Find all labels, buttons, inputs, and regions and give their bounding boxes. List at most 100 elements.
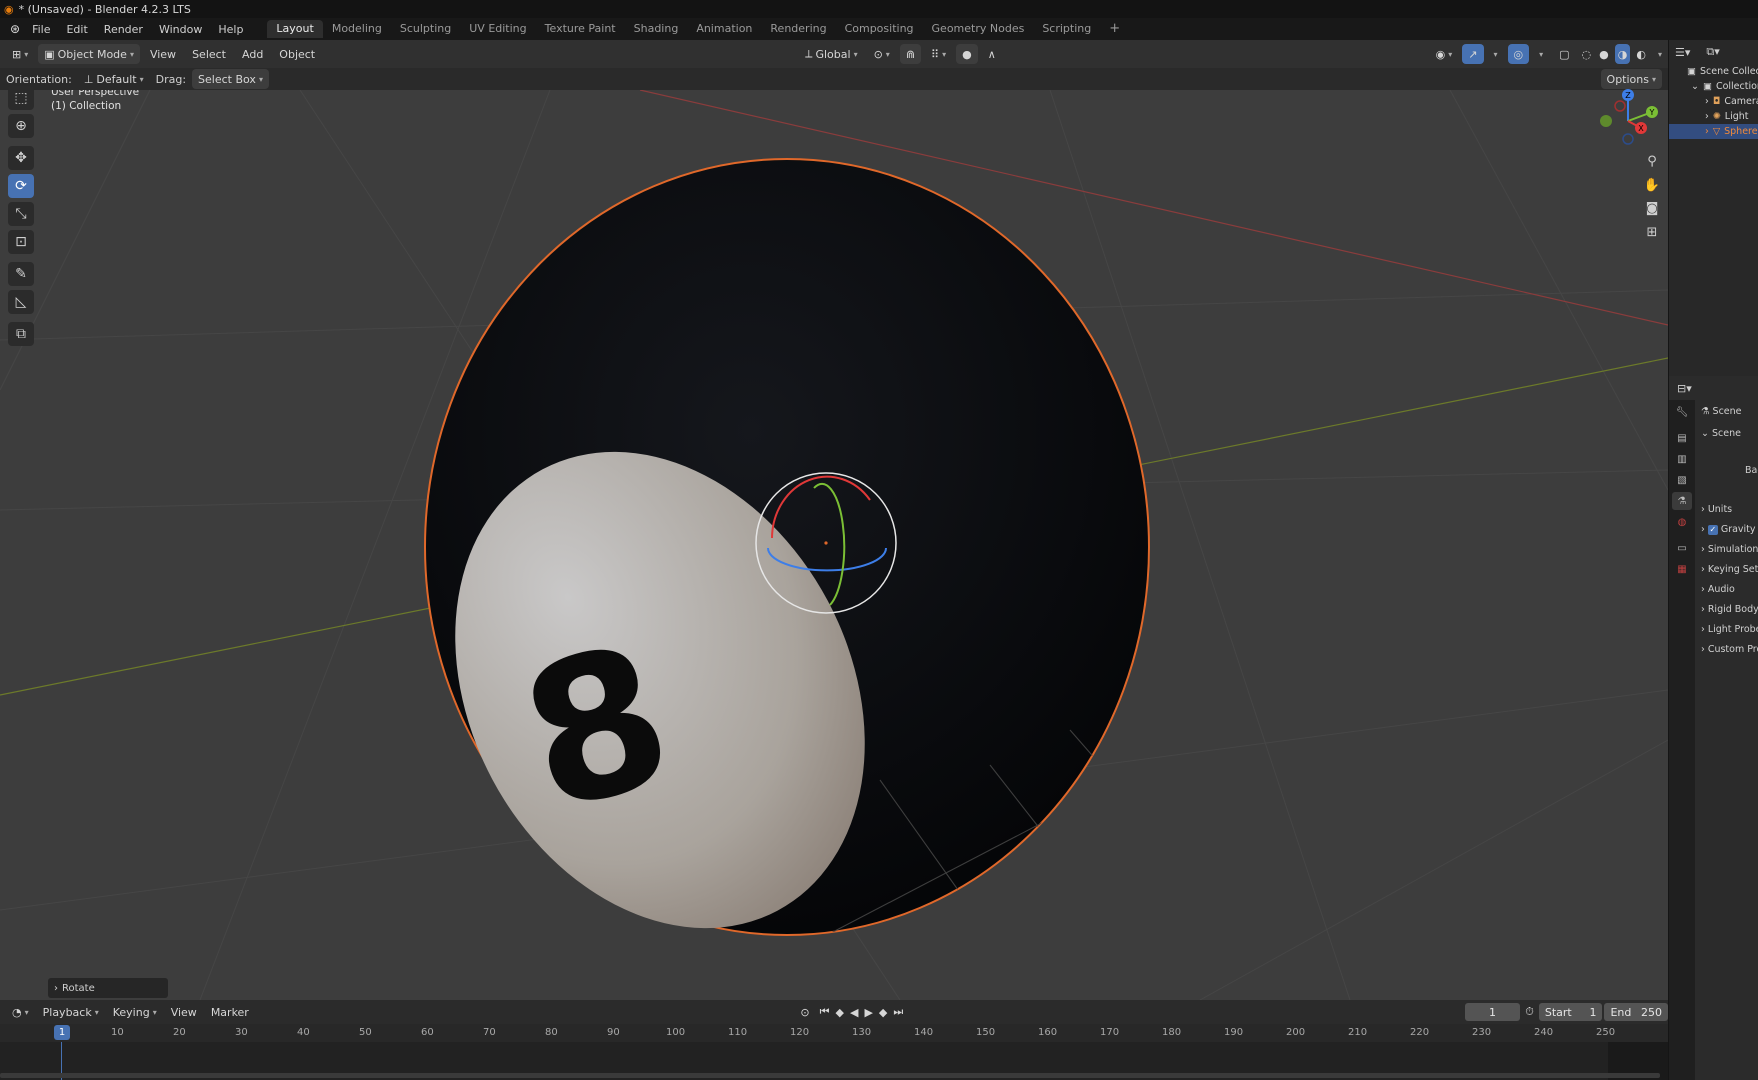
pivot-point-dropdown[interactable]: ⊙ ▾: [868, 44, 896, 64]
scale-tool[interactable]: ⤡: [8, 202, 34, 226]
outliner-row-sphere[interactable]: › ▽ Sphere: [1669, 124, 1758, 139]
menu-help[interactable]: Help: [210, 23, 251, 36]
orientation-dropdown[interactable]: ⊥ Default ▾: [78, 69, 150, 89]
blender-menu-icon[interactable]: ⊛: [6, 22, 24, 36]
panel-rigid-body[interactable]: › Rigid Body World: [1701, 604, 1758, 615]
next-keyframe-button[interactable]: ◆: [877, 1002, 889, 1022]
tab-compositing[interactable]: Compositing: [836, 20, 923, 38]
play-reverse-button[interactable]: ◀: [848, 1002, 860, 1022]
snap-target-dropdown[interactable]: ⠿ ▾: [925, 44, 952, 64]
transform-tool[interactable]: ⊡: [8, 230, 34, 254]
shading-rendered[interactable]: ◐: [1634, 44, 1648, 64]
last-operator-panel[interactable]: › Rotate: [48, 978, 168, 998]
panel-units[interactable]: › Units: [1701, 504, 1732, 515]
add-workspace-button[interactable]: +: [1100, 20, 1129, 38]
shading-dropdown[interactable]: ▾: [1652, 44, 1668, 64]
tab-shading[interactable]: Shading: [625, 20, 688, 38]
tool-tab[interactable]: 🔧︎: [1672, 403, 1692, 421]
falloff-dropdown[interactable]: ∧: [982, 44, 1002, 64]
play-button[interactable]: ▶: [862, 1002, 874, 1022]
menu-timeline-view[interactable]: View: [165, 1002, 203, 1022]
tab-scripting[interactable]: Scripting: [1033, 20, 1100, 38]
tab-geometry-nodes[interactable]: Geometry Nodes: [923, 20, 1034, 38]
overlay-toggle[interactable]: ◎: [1507, 44, 1530, 64]
panel-custom-properties[interactable]: › Custom Properties: [1701, 644, 1758, 655]
proportional-edit-toggle[interactable]: ●: [956, 44, 978, 64]
panel-simulation[interactable]: › Simulation: [1701, 544, 1758, 555]
menu-view[interactable]: View: [144, 44, 182, 64]
menu-file[interactable]: File: [24, 23, 58, 36]
tab-rendering[interactable]: Rendering: [761, 20, 835, 38]
tab-animation[interactable]: Animation: [687, 20, 761, 38]
world-tab[interactable]: ◍: [1672, 513, 1692, 531]
scene-tab[interactable]: ⚗: [1672, 492, 1692, 510]
drag-dropdown[interactable]: Select Box ▾: [192, 69, 269, 89]
shading-wireframe[interactable]: ◌: [1580, 44, 1594, 64]
menu-edit[interactable]: Edit: [58, 23, 95, 36]
cursor-tool[interactable]: ⊕: [8, 114, 34, 138]
select-box-tool[interactable]: ⬚: [8, 86, 34, 110]
zoom-button[interactable]: ⚲: [1640, 150, 1664, 172]
menu-render[interactable]: Render: [96, 23, 151, 36]
mode-selector[interactable]: ▣ Object Mode ▾: [38, 44, 140, 64]
timeline-ruler[interactable]: 1 10 20 30 40 50 60 70 80 90 100 110 120…: [0, 1024, 1668, 1042]
panel-audio[interactable]: › Audio: [1701, 584, 1735, 595]
prev-keyframe-button[interactable]: ◆: [834, 1002, 846, 1022]
measure-tool[interactable]: ◺: [8, 290, 34, 314]
current-frame-field[interactable]: 1: [1464, 1003, 1521, 1021]
outliner-editor-icon[interactable]: ☰▾: [1675, 46, 1690, 59]
camera-view-button[interactable]: ◙: [1640, 197, 1664, 219]
tab-layout[interactable]: Layout: [267, 20, 323, 38]
outliner-row-camera[interactable]: › ◘ Camera: [1669, 94, 1758, 109]
visibility-dropdown[interactable]: ◉ ▾: [1430, 44, 1459, 64]
annotate-tool[interactable]: ✎: [8, 262, 34, 286]
transform-orientation-dropdown[interactable]: ⟂ Global ▾: [799, 44, 863, 64]
gizmo-dropdown[interactable]: ▾: [1488, 44, 1504, 64]
auto-key-toggle[interactable]: ⊙: [794, 1002, 815, 1022]
panel-scene-header[interactable]: ⌄ Scene: [1701, 428, 1741, 439]
navigation-gizmo[interactable]: Z Y X: [1590, 88, 1660, 148]
display-mode-icon[interactable]: ⧉▾: [1706, 45, 1719, 59]
shading-solid[interactable]: ●: [1597, 44, 1611, 64]
panel-keying-sets[interactable]: › Keying Sets: [1701, 564, 1758, 575]
output-tab[interactable]: ▥: [1672, 450, 1692, 468]
jump-start-button[interactable]: ⏮: [818, 1002, 832, 1022]
add-cube-tool[interactable]: ⧉: [8, 322, 34, 346]
viewport-scene[interactable]: 8: [0, 90, 1668, 1000]
overlay-dropdown[interactable]: ▾: [1533, 44, 1549, 64]
texture-tab[interactable]: ▦: [1672, 560, 1692, 578]
menu-object[interactable]: Object: [273, 44, 321, 64]
properties-editor-icon[interactable]: ⊟▾: [1677, 382, 1692, 395]
tab-texture-paint[interactable]: Texture Paint: [536, 20, 625, 38]
timeline-editor-type[interactable]: ◔ ▾: [6, 1002, 35, 1022]
menu-keying[interactable]: Keying ▾: [107, 1002, 163, 1022]
shading-material[interactable]: ◑: [1614, 44, 1631, 64]
tab-uv-editing[interactable]: UV Editing: [460, 20, 535, 38]
outliner-row-light[interactable]: › ✺ Light: [1669, 109, 1758, 124]
menu-select[interactable]: Select: [186, 44, 232, 64]
menu-marker[interactable]: Marker: [205, 1002, 255, 1022]
outliner-row-scene-collection[interactable]: ▣Scene Collection: [1669, 64, 1758, 79]
jump-end-button[interactable]: ⏭: [891, 1002, 905, 1022]
timeline-body[interactable]: [0, 1042, 1668, 1080]
gizmo-toggle[interactable]: ↗: [1462, 44, 1484, 64]
menu-window[interactable]: Window: [151, 23, 210, 36]
timeline-scrollbar[interactable]: [0, 1073, 1660, 1078]
tab-sculpting[interactable]: Sculpting: [391, 20, 460, 38]
options-dropdown[interactable]: Options ▾: [1600, 69, 1662, 89]
collection-tab[interactable]: ▭: [1672, 539, 1692, 557]
snap-toggle[interactable]: ⋒: [899, 44, 922, 64]
panel-gravity[interactable]: › ✓ Gravity: [1701, 524, 1756, 535]
menu-playback[interactable]: Playback ▾: [37, 1002, 105, 1022]
start-frame-field[interactable]: Start 1: [1538, 1003, 1603, 1021]
view-layer-tab[interactable]: ▧: [1672, 471, 1692, 489]
rotate-tool[interactable]: ⟳: [8, 174, 34, 198]
render-tab[interactable]: ▤: [1672, 429, 1692, 447]
gravity-checkbox[interactable]: ✓: [1707, 525, 1718, 535]
3d-viewport[interactable]: 8 User Perspective (1) Collection: [0, 90, 1668, 1000]
tab-modeling[interactable]: Modeling: [323, 20, 391, 38]
panel-light-probes[interactable]: › Light Probes: [1701, 624, 1758, 635]
move-tool[interactable]: ✥: [8, 146, 34, 170]
playhead-marker[interactable]: 1: [54, 1025, 70, 1040]
ortho-toggle-button[interactable]: ⊞: [1640, 221, 1664, 243]
